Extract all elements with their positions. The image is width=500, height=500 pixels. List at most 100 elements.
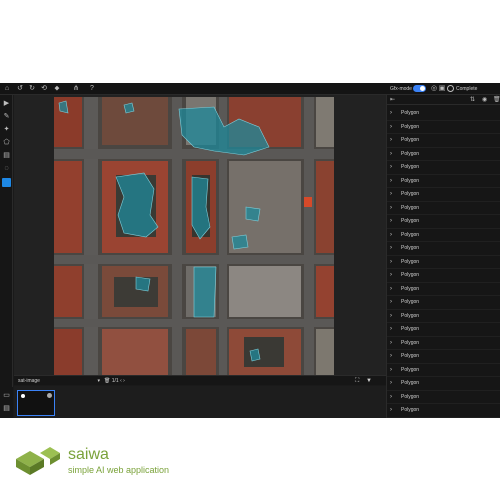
complete-button[interactable]: Complete xyxy=(456,85,477,93)
layer-item[interactable]: › Polygon xyxy=(387,148,500,161)
chevron-right-icon[interactable]: › xyxy=(390,326,392,333)
layer-item-label: Polygon xyxy=(401,285,420,292)
layer-item[interactable]: › Polygon xyxy=(387,161,500,175)
image-canvas[interactable] xyxy=(14,95,386,375)
layer-item-label: Polygon xyxy=(401,312,420,319)
layer-item[interactable]: › Polygon xyxy=(387,350,500,364)
adjust-icon[interactable]: ⋔ xyxy=(72,85,80,93)
undo-icon[interactable]: ↺ xyxy=(16,85,24,93)
canvas-bottom-bar: sat-image ▾ 🗑 1/1 ‹ › ⛶ ▼ xyxy=(14,375,386,385)
filter-icon[interactable]: ▼ xyxy=(366,377,372,385)
chevron-right-icon[interactable]: › xyxy=(390,151,392,158)
trash-icon[interactable]: 🗑 xyxy=(104,378,110,384)
layer-item-label: Polygon xyxy=(401,164,420,170)
layer-item[interactable]: › Polygon xyxy=(387,377,500,391)
chevron-right-icon[interactable]: › xyxy=(390,286,392,293)
collapse-icon[interactable]: ⇤ xyxy=(390,97,395,104)
mode-label: Gfx-mode xyxy=(390,86,412,92)
comment-icon[interactable]: ◌ xyxy=(2,164,11,173)
chevron-right-icon[interactable]: › xyxy=(390,124,392,131)
left-toolbar: ▶ ✎ ✦ ⬠ ▤ ◌ xyxy=(0,95,13,418)
layer-item[interactable]: › Polygon xyxy=(387,215,500,229)
layer-item[interactable]: › Polygon xyxy=(387,404,500,418)
prev-page-icon[interactable]: ‹ xyxy=(120,378,122,384)
brand-logo: saiwa simple AI web application xyxy=(12,443,192,483)
layer-item-label: Polygon xyxy=(401,204,420,211)
chevron-right-icon[interactable]: › xyxy=(390,205,392,212)
eye-icon[interactable]: ◉ xyxy=(482,97,487,104)
layer-item[interactable]: › Polygon xyxy=(387,107,500,121)
chevron-right-icon[interactable]: › xyxy=(390,299,392,306)
document-icon[interactable]: ▤ xyxy=(2,151,11,160)
next-page-icon[interactable]: › xyxy=(123,378,125,384)
aerial-map-image xyxy=(54,97,334,375)
chevron-right-icon[interactable]: › xyxy=(390,394,392,401)
polygon-icon[interactable]: ⬠ xyxy=(2,138,11,147)
chevron-right-icon[interactable]: › xyxy=(390,232,392,239)
view-icon[interactable]: ◎ xyxy=(430,85,438,93)
layer-item[interactable]: › Polygon xyxy=(387,310,500,323)
layer-item[interactable]: › Polygon xyxy=(387,269,500,283)
chevron-right-icon[interactable]: › xyxy=(390,272,392,279)
brand-name: saiwa xyxy=(68,446,109,463)
fit-icon[interactable]: ▣ xyxy=(438,85,446,93)
tag-icon[interactable]: ⬥ xyxy=(53,85,61,93)
chevron-right-icon[interactable]: › xyxy=(390,380,392,387)
layer-item[interactable]: › Polygon xyxy=(387,364,500,377)
layer-item[interactable]: › Polygon xyxy=(387,229,500,242)
check-circle-icon xyxy=(447,85,454,92)
pen-icon[interactable]: ✎ xyxy=(2,112,11,121)
chevron-right-icon[interactable]: › xyxy=(390,218,392,225)
thumbnail-status-dot xyxy=(21,394,25,398)
layer-item[interactable]: › Polygon xyxy=(387,242,500,256)
top-toolbar: ⌂ ↺ ↻ ⟲ ⬥ ⋔ ? Gfx-mode ◎ ▣ Complete xyxy=(0,83,500,95)
layer-item[interactable]: › Polygon xyxy=(387,391,500,404)
sort-icon[interactable]: ⇅ xyxy=(470,97,475,104)
layer-item[interactable]: › Polygon xyxy=(387,337,500,350)
chevron-right-icon[interactable]: › xyxy=(390,313,392,320)
layer-item[interactable]: › Polygon xyxy=(387,175,500,188)
file-icon[interactable]: ▤ xyxy=(2,404,11,413)
chevron-right-icon[interactable]: › xyxy=(390,178,392,185)
layer-item-label: Polygon xyxy=(401,272,420,278)
layer-item[interactable]: › Polygon xyxy=(387,283,500,296)
minimize-icon[interactable]: ▭ xyxy=(2,391,11,400)
layer-item[interactable]: › Polygon xyxy=(387,296,500,310)
history-icon[interactable]: ⟲ xyxy=(40,85,48,93)
layer-item-label: Polygon xyxy=(401,110,420,116)
chevron-right-icon[interactable]: › xyxy=(390,367,392,374)
layers-panel-header: ⇤ ⇅ ◉ 🗑 xyxy=(387,95,500,105)
color-swatch-icon[interactable] xyxy=(2,178,11,187)
chevron-right-icon[interactable]: › xyxy=(390,164,392,171)
fit-screen-icon[interactable]: ⛶ xyxy=(355,377,359,385)
help-icon[interactable]: ? xyxy=(88,85,96,93)
layer-item[interactable]: › Polygon xyxy=(387,121,500,134)
home-icon[interactable]: ⌂ xyxy=(3,85,11,93)
chevron-right-icon[interactable]: › xyxy=(390,191,392,198)
image-select[interactable]: sat-image ▾ xyxy=(18,377,100,385)
pointer-icon[interactable]: ▶ xyxy=(2,99,11,108)
chevron-right-icon[interactable]: › xyxy=(390,137,392,144)
layer-item-label: Polygon xyxy=(401,326,420,332)
image-thumbnail[interactable] xyxy=(17,390,55,416)
mode-toggle[interactable] xyxy=(413,85,426,92)
chevron-right-icon[interactable]: › xyxy=(390,245,392,252)
chevron-right-icon[interactable]: › xyxy=(390,340,392,347)
layer-item-label: Polygon xyxy=(401,258,420,265)
redo-icon[interactable]: ↻ xyxy=(28,85,36,93)
chevron-right-icon[interactable]: › xyxy=(390,407,392,414)
layer-item-label: Polygon xyxy=(401,177,420,184)
layer-item[interactable]: › Polygon xyxy=(387,256,500,269)
layer-item[interactable]: › Polygon xyxy=(387,323,500,337)
chevron-right-icon[interactable]: › xyxy=(390,259,392,266)
layer-item[interactable]: › Polygon xyxy=(387,202,500,215)
trash-icon[interactable]: 🗑 xyxy=(493,97,500,104)
magic-wand-icon[interactable]: ✦ xyxy=(2,125,11,134)
chevron-right-icon[interactable]: › xyxy=(390,110,392,117)
thumbnail-close-icon[interactable] xyxy=(47,393,52,398)
layer-item[interactable]: › Polygon xyxy=(387,188,500,202)
layer-item[interactable]: › Polygon xyxy=(387,134,500,148)
layer-item-label: Polygon xyxy=(401,137,420,143)
chevron-right-icon[interactable]: › xyxy=(390,353,392,360)
thumbnail-strip xyxy=(14,386,386,418)
